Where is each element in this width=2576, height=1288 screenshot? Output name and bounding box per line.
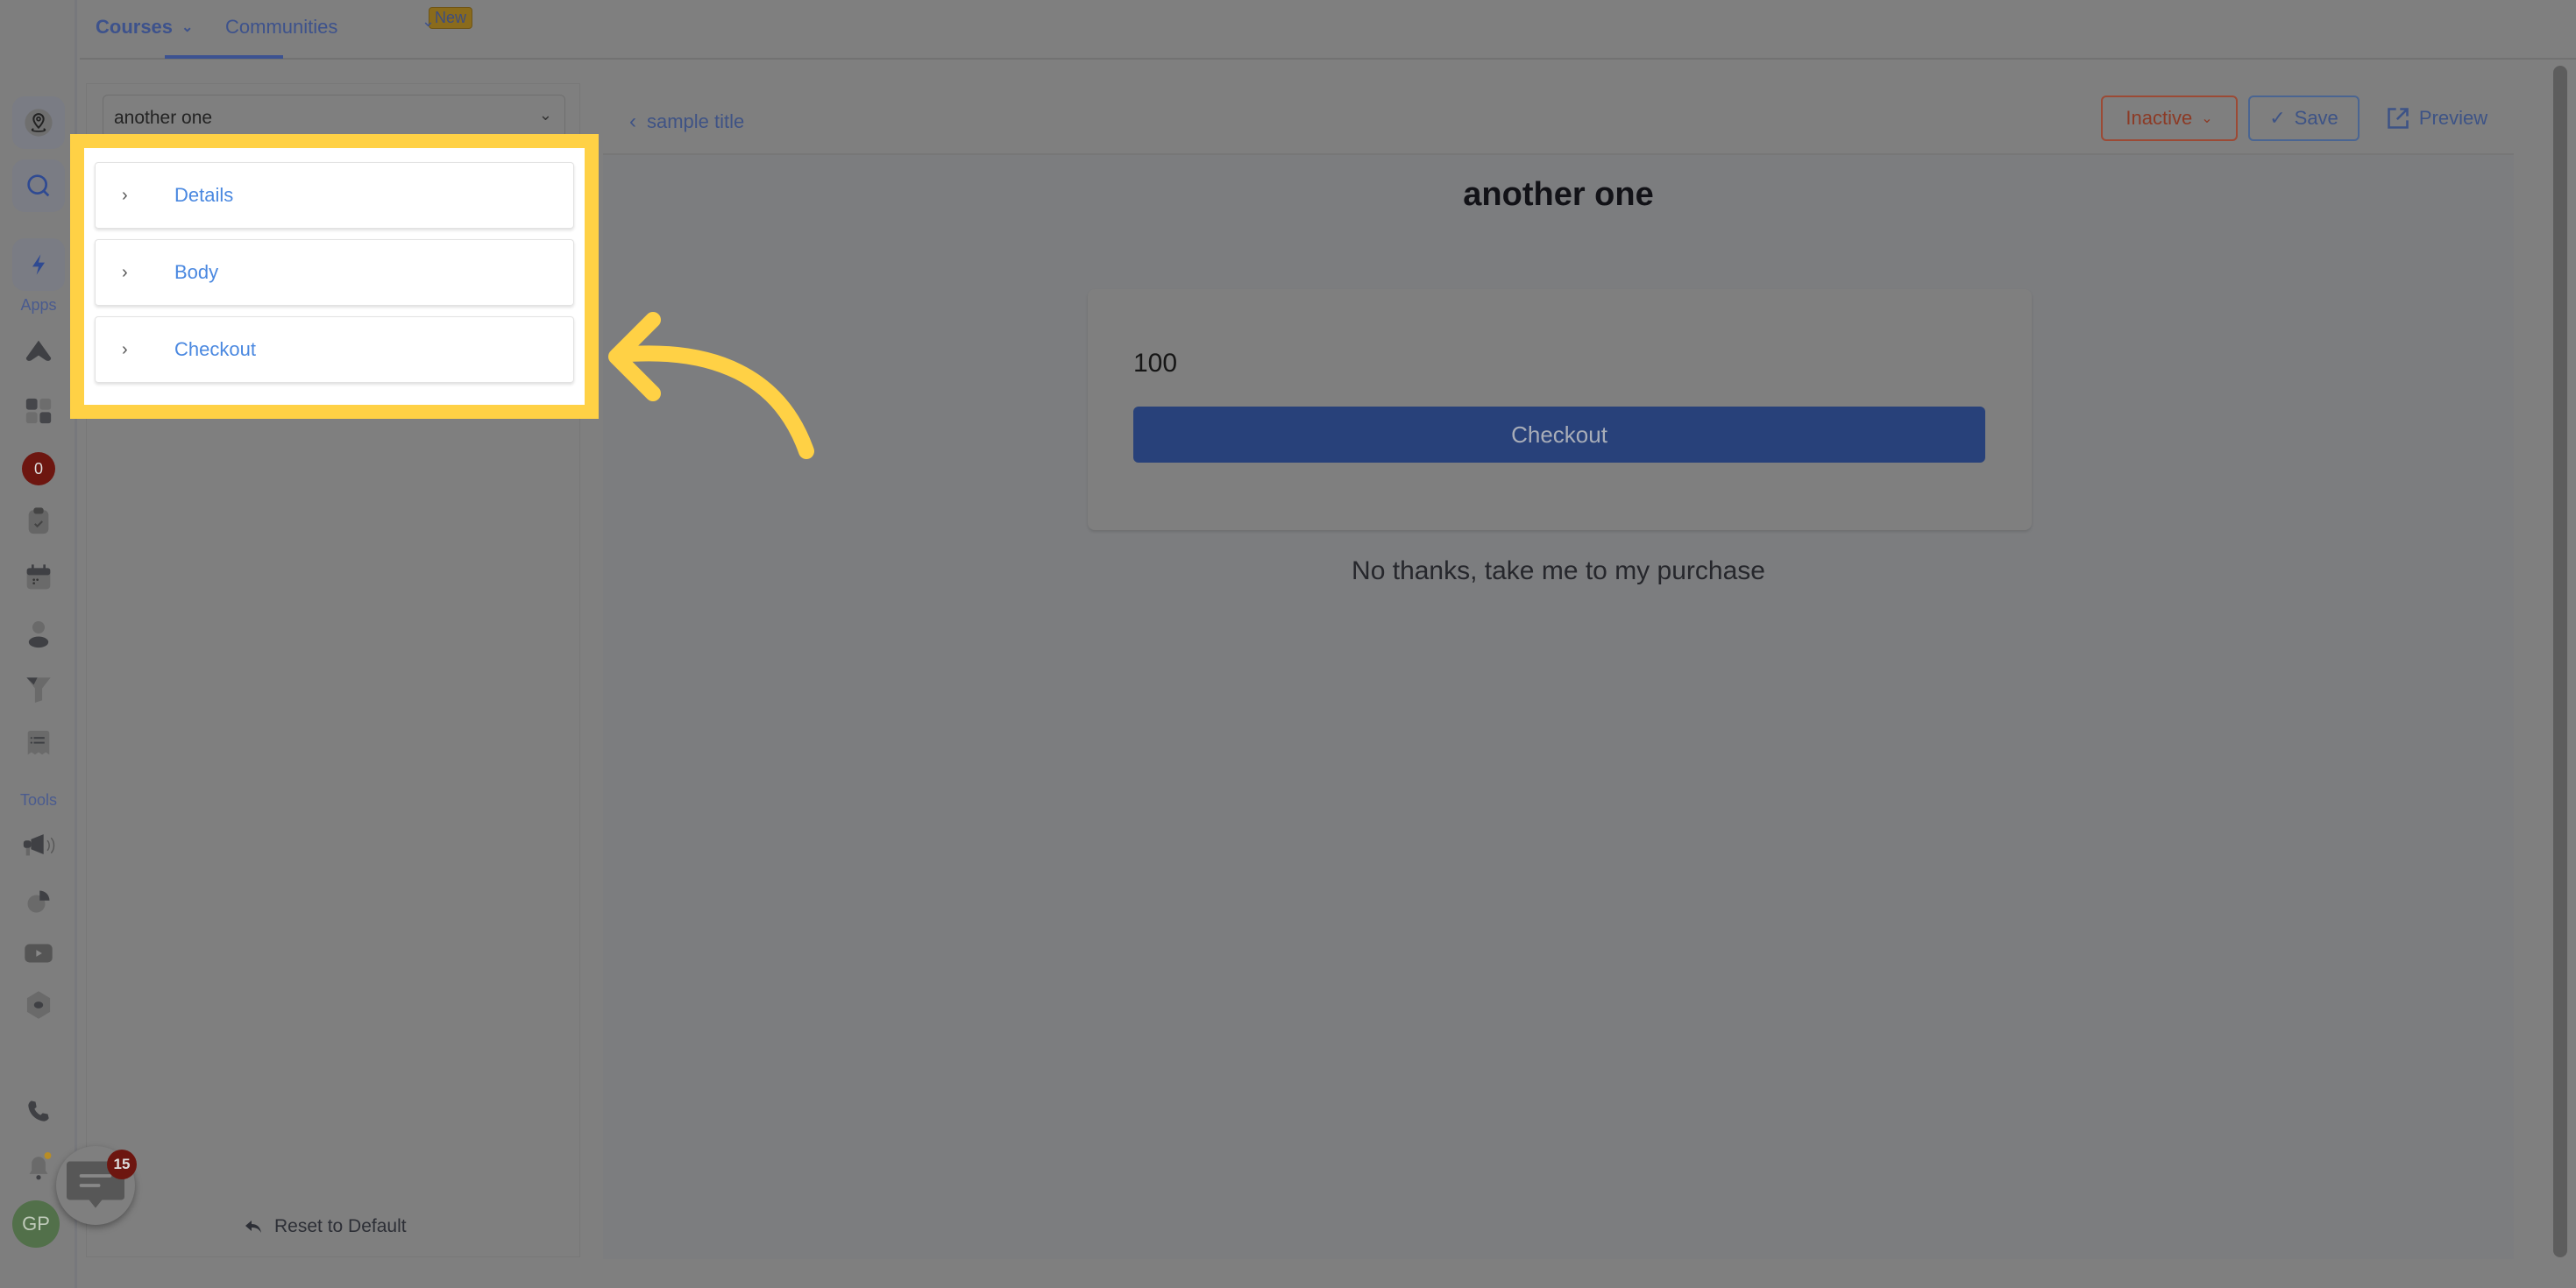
funnel-icon [26, 677, 51, 703]
lightning-icon [32, 254, 45, 275]
accordion-label: Details [174, 184, 234, 206]
chevron-down-icon: ⌄ [181, 20, 194, 35]
media-button[interactable] [0, 942, 77, 965]
dashboard-grid-icon [25, 398, 52, 424]
tab-courses[interactable]: Courses ⌄ [96, 16, 193, 39]
megaphone-icon [23, 834, 55, 856]
tools-label: Tools [19, 791, 58, 809]
pie-chart-icon [27, 890, 50, 913]
left-rail: Apps 0 Tools GP [0, 0, 77, 1288]
page-preview-canvas: another one 100 Checkout No thanks, take… [603, 153, 2514, 1259]
hexagon-settings-icon [26, 991, 51, 1019]
chevron-right-icon: › [122, 339, 128, 359]
bell-icon [29, 1152, 52, 1180]
chevron-right-icon: › [122, 185, 128, 205]
phone-icon [28, 1100, 49, 1122]
save-label: Save [2294, 107, 2338, 129]
chevron-right-icon: › [122, 262, 128, 282]
apps-button[interactable]: Apps [0, 238, 77, 315]
accordion-details[interactable]: › Details [95, 162, 574, 229]
page-select-value: another one [114, 108, 213, 128]
annotation-arrow-icon [608, 312, 814, 459]
preview-label: Preview [2418, 107, 2488, 129]
decline-link[interactable]: No thanks, take me to my purchase [603, 556, 2514, 586]
clipboard-check-icon [28, 507, 49, 534]
avatar: GP [12, 1200, 60, 1248]
save-button[interactable]: ✓ Save [2248, 96, 2360, 141]
active-tab-indicator [165, 55, 283, 59]
tasks-button[interactable] [0, 506, 77, 536]
page-scrollbar[interactable] [2553, 66, 2567, 1257]
top-tab-bar: Courses ⌄ Communities New ⌄ [80, 0, 2576, 60]
notification-count-badge: 0 [22, 452, 55, 485]
calendar-button[interactable] [0, 563, 77, 592]
preview-button[interactable]: Preview [2375, 96, 2498, 141]
location-button[interactable] [0, 96, 77, 149]
accordion-checkout[interactable]: › Checkout [95, 316, 574, 383]
tab-communities-label: Communities [225, 16, 338, 38]
marketing-button[interactable] [0, 832, 77, 859]
main-editor: ‹ sample title Inactive ⌄ ✓ Save Preview… [603, 83, 2514, 1259]
launchpad-button[interactable] [0, 337, 77, 364]
chevron-left-icon: ‹ [629, 110, 636, 133]
dashboard-button[interactable] [0, 396, 77, 426]
receipt-list-icon [27, 731, 50, 755]
apps-label: Apps [20, 296, 57, 314]
reply-arrow-icon [245, 1221, 261, 1233]
search-button[interactable] [0, 159, 77, 212]
checkout-button[interactable]: Checkout [1133, 407, 1985, 463]
tab-communities[interactable]: Communities [225, 16, 337, 39]
chevron-down-icon: ⌄ [2201, 111, 2213, 126]
phone-button[interactable] [0, 1099, 77, 1123]
page-title: another one [1463, 176, 1654, 213]
location-pin-icon [25, 109, 53, 137]
breadcrumb-label: sample title [647, 110, 745, 132]
chat-count-badge: 15 [107, 1150, 137, 1179]
check-icon: ✓ [2269, 107, 2286, 129]
breadcrumb-back-link[interactable]: ‹ sample title [629, 110, 744, 134]
conversations-button[interactable]: 0 [0, 452, 77, 485]
highlight-box: › Details › Body › Checkout [70, 134, 599, 419]
video-play-icon [25, 944, 53, 963]
search-icon [27, 174, 50, 197]
more-tabs-dropdown[interactable]: ⌄ [422, 12, 435, 31]
status-dropdown[interactable]: Inactive ⌄ [2101, 96, 2238, 141]
chevron-down-icon: ⌄ [538, 106, 552, 124]
reset-label: Reset to Default [274, 1216, 407, 1236]
section-accordion-list: › Details › Body › Checkout [84, 148, 585, 405]
new-badge: New [429, 7, 473, 29]
accordion-body[interactable]: › Body [95, 239, 574, 306]
reset-to-default-button[interactable]: Reset to Default [245, 1216, 407, 1237]
tab-courses-label: Courses [96, 16, 174, 38]
settings-button[interactable] [0, 990, 77, 1020]
calendar-icon [26, 564, 51, 590]
page-select[interactable]: another one ⌄ [103, 95, 565, 138]
checkout-card: 100 Checkout [1088, 289, 2032, 530]
forms-button[interactable] [0, 729, 77, 759]
accordion-label: Body [174, 261, 219, 283]
person-icon [28, 621, 49, 648]
contacts-button[interactable] [0, 619, 77, 648]
price-amount: 100 [1133, 349, 1178, 378]
chevron-down-icon: ⌄ [422, 12, 436, 30]
funnels-button[interactable] [0, 675, 77, 704]
launchpad-icon [25, 340, 52, 361]
status-label: Inactive [2125, 107, 2193, 129]
tools-section: Tools [0, 786, 77, 810]
reporting-button[interactable] [0, 888, 77, 915]
external-link-icon [2388, 108, 2409, 129]
accordion-label: Checkout [174, 338, 256, 360]
